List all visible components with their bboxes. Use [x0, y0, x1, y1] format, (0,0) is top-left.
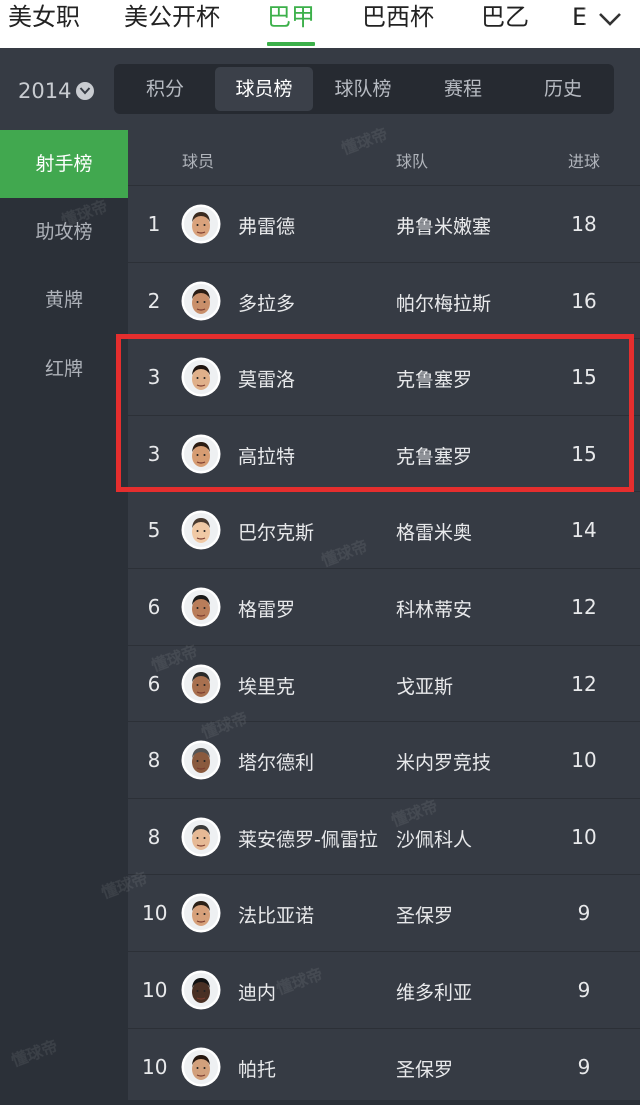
league-tab[interactable]: 巴西杯 — [362, 0, 434, 48]
goals: 16 — [571, 288, 597, 313]
rank: 3 — [147, 365, 161, 390]
goals: 9 — [577, 901, 591, 926]
goals: 14 — [571, 518, 597, 543]
team-name: 维多利亚 — [396, 982, 473, 1004]
sidebar-item-red-cards[interactable]: 红牌 — [0, 335, 128, 403]
player-name: 高拉特 — [238, 445, 296, 468]
rank: 8 — [147, 748, 161, 773]
league-tab[interactable]: 巴乙 — [481, 0, 529, 48]
goals: 10 — [571, 824, 597, 849]
rank: 10 — [142, 1054, 168, 1079]
column-header-goals: 进球 — [568, 152, 601, 171]
table-row[interactable]: 8 莱安德罗-佩雷拉 沙佩科人 10 — [128, 797, 640, 876]
goals: 9 — [577, 978, 591, 1002]
rank: 8 — [147, 824, 161, 849]
league-tab-bar: 美女职 美公开杯 巴甲 巴西杯 巴乙 E — [0, 0, 640, 48]
goals: 15 — [571, 365, 597, 390]
team-name: 科林蒂安 — [396, 599, 473, 621]
goals: 12 — [571, 595, 597, 619]
table-row[interactable]: 6 埃里克 戈亚斯 12 — [128, 644, 640, 723]
chevron-down-icon[interactable] — [595, 8, 625, 30]
table-row[interactable]: 10 法比亚诺 圣保罗 9 — [128, 874, 640, 952]
segment-control: 积分 球员榜 球队榜 赛程 历史 — [114, 64, 614, 114]
segment-history[interactable]: 历史 — [514, 64, 612, 114]
player-name: 多拉多 — [238, 292, 296, 315]
sidebar-item-scorers[interactable]: 射手榜 — [0, 130, 128, 198]
player-avatar — [181, 817, 221, 857]
column-header-team: 球队 — [396, 152, 429, 171]
team-name: 弗鲁米嫩塞 — [396, 216, 492, 238]
player-avatar — [181, 281, 221, 321]
table-row[interactable]: 6 格雷罗 科林蒂安 12 — [128, 568, 640, 646]
rank: 2 — [147, 288, 161, 313]
player-name: 迪内 — [238, 982, 277, 1004]
column-header-player: 球员 — [182, 152, 215, 171]
sidebar: 射手榜 助攻榜 黄牌 红牌 — [0, 130, 128, 1100]
league-tab[interactable]: 美女职 — [8, 0, 80, 48]
team-name: 圣保罗 — [396, 905, 454, 928]
segment-schedule[interactable]: 赛程 — [414, 64, 512, 114]
team-name: 戈亚斯 — [396, 675, 454, 698]
player-name: 埃里克 — [238, 675, 296, 698]
team-name: 圣保罗 — [396, 1058, 454, 1081]
player-avatar — [181, 740, 221, 780]
team-name: 帕尔梅拉斯 — [396, 292, 492, 315]
player-name: 巴尔克斯 — [238, 522, 315, 545]
player-avatar — [181, 970, 221, 1010]
chevron-down-circle-icon — [76, 82, 95, 100]
rank: 6 — [147, 671, 161, 696]
player-name: 法比亚诺 — [238, 905, 315, 928]
segment-team-rank[interactable]: 球队榜 — [314, 64, 412, 114]
player-name: 莫雷洛 — [238, 369, 296, 392]
rank: 3 — [147, 441, 161, 466]
table-row[interactable]: 5 巴尔克斯 格雷米奥 14 — [128, 491, 640, 569]
player-avatar — [181, 204, 221, 244]
player-name: 格雷罗 — [238, 599, 296, 621]
table-row[interactable]: 3 莫雷洛 克鲁塞罗 15 — [128, 338, 640, 416]
table-row[interactable]: 3 高拉特 克鲁塞罗 15 — [128, 414, 640, 493]
player-name: 莱安德罗-佩雷拉 — [238, 828, 378, 851]
table-row[interactable]: 10 帕托 圣保罗 9 — [128, 1027, 640, 1105]
active-tab-indicator — [267, 42, 315, 46]
goals: 9 — [577, 1054, 591, 1079]
team-name: 克鲁塞罗 — [396, 369, 473, 392]
segment-standings[interactable]: 积分 — [116, 64, 214, 114]
rank: 6 — [147, 595, 161, 619]
league-tab[interactable]: 美公开杯 — [124, 0, 220, 48]
player-avatar — [181, 510, 221, 550]
goals: 12 — [571, 671, 597, 696]
player-avatar — [181, 434, 221, 474]
team-name: 格雷米奥 — [396, 522, 473, 545]
league-tab-active[interactable]: 巴甲 — [267, 0, 315, 48]
team-name: 沙佩科人 — [396, 828, 473, 851]
rank: 10 — [142, 978, 168, 1002]
season-label: 2014 — [18, 79, 72, 103]
goals: 18 — [571, 212, 597, 236]
table-row[interactable]: 2 多拉多 帕尔梅拉斯 16 — [128, 261, 640, 340]
player-avatar — [181, 893, 221, 933]
player-name: 塔尔德利 — [238, 752, 315, 775]
table-row[interactable]: 10 迪内 维多利亚 9 — [128, 951, 640, 1029]
goals: 15 — [571, 441, 597, 466]
team-name: 米内罗竞技 — [396, 752, 492, 775]
rank: 5 — [147, 518, 161, 543]
sidebar-item-yellow-cards[interactable]: 黄牌 — [0, 266, 128, 334]
player-name: 弗雷德 — [238, 216, 296, 238]
season-selector[interactable]: 2014 — [18, 78, 95, 104]
table-row[interactable]: 1 弗雷德 弗鲁米嫩塞 18 — [128, 185, 640, 263]
player-name: 帕托 — [238, 1058, 277, 1081]
segment-player-rank[interactable]: 球员榜 — [215, 67, 313, 111]
team-name: 克鲁塞罗 — [396, 445, 473, 468]
player-avatar — [181, 1047, 221, 1087]
player-avatar — [181, 357, 221, 397]
player-avatar — [181, 587, 221, 627]
scorers-table: 球员 球队 进球 1 弗雷德 弗鲁米嫩塞 18 2 多拉多 帕尔梅拉斯 16 3 莫雷洛 克鲁塞罗 1… — [128, 130, 640, 1100]
player-avatar — [181, 664, 221, 704]
rank: 10 — [142, 901, 168, 926]
rank: 1 — [147, 212, 161, 236]
goals: 10 — [571, 748, 597, 773]
